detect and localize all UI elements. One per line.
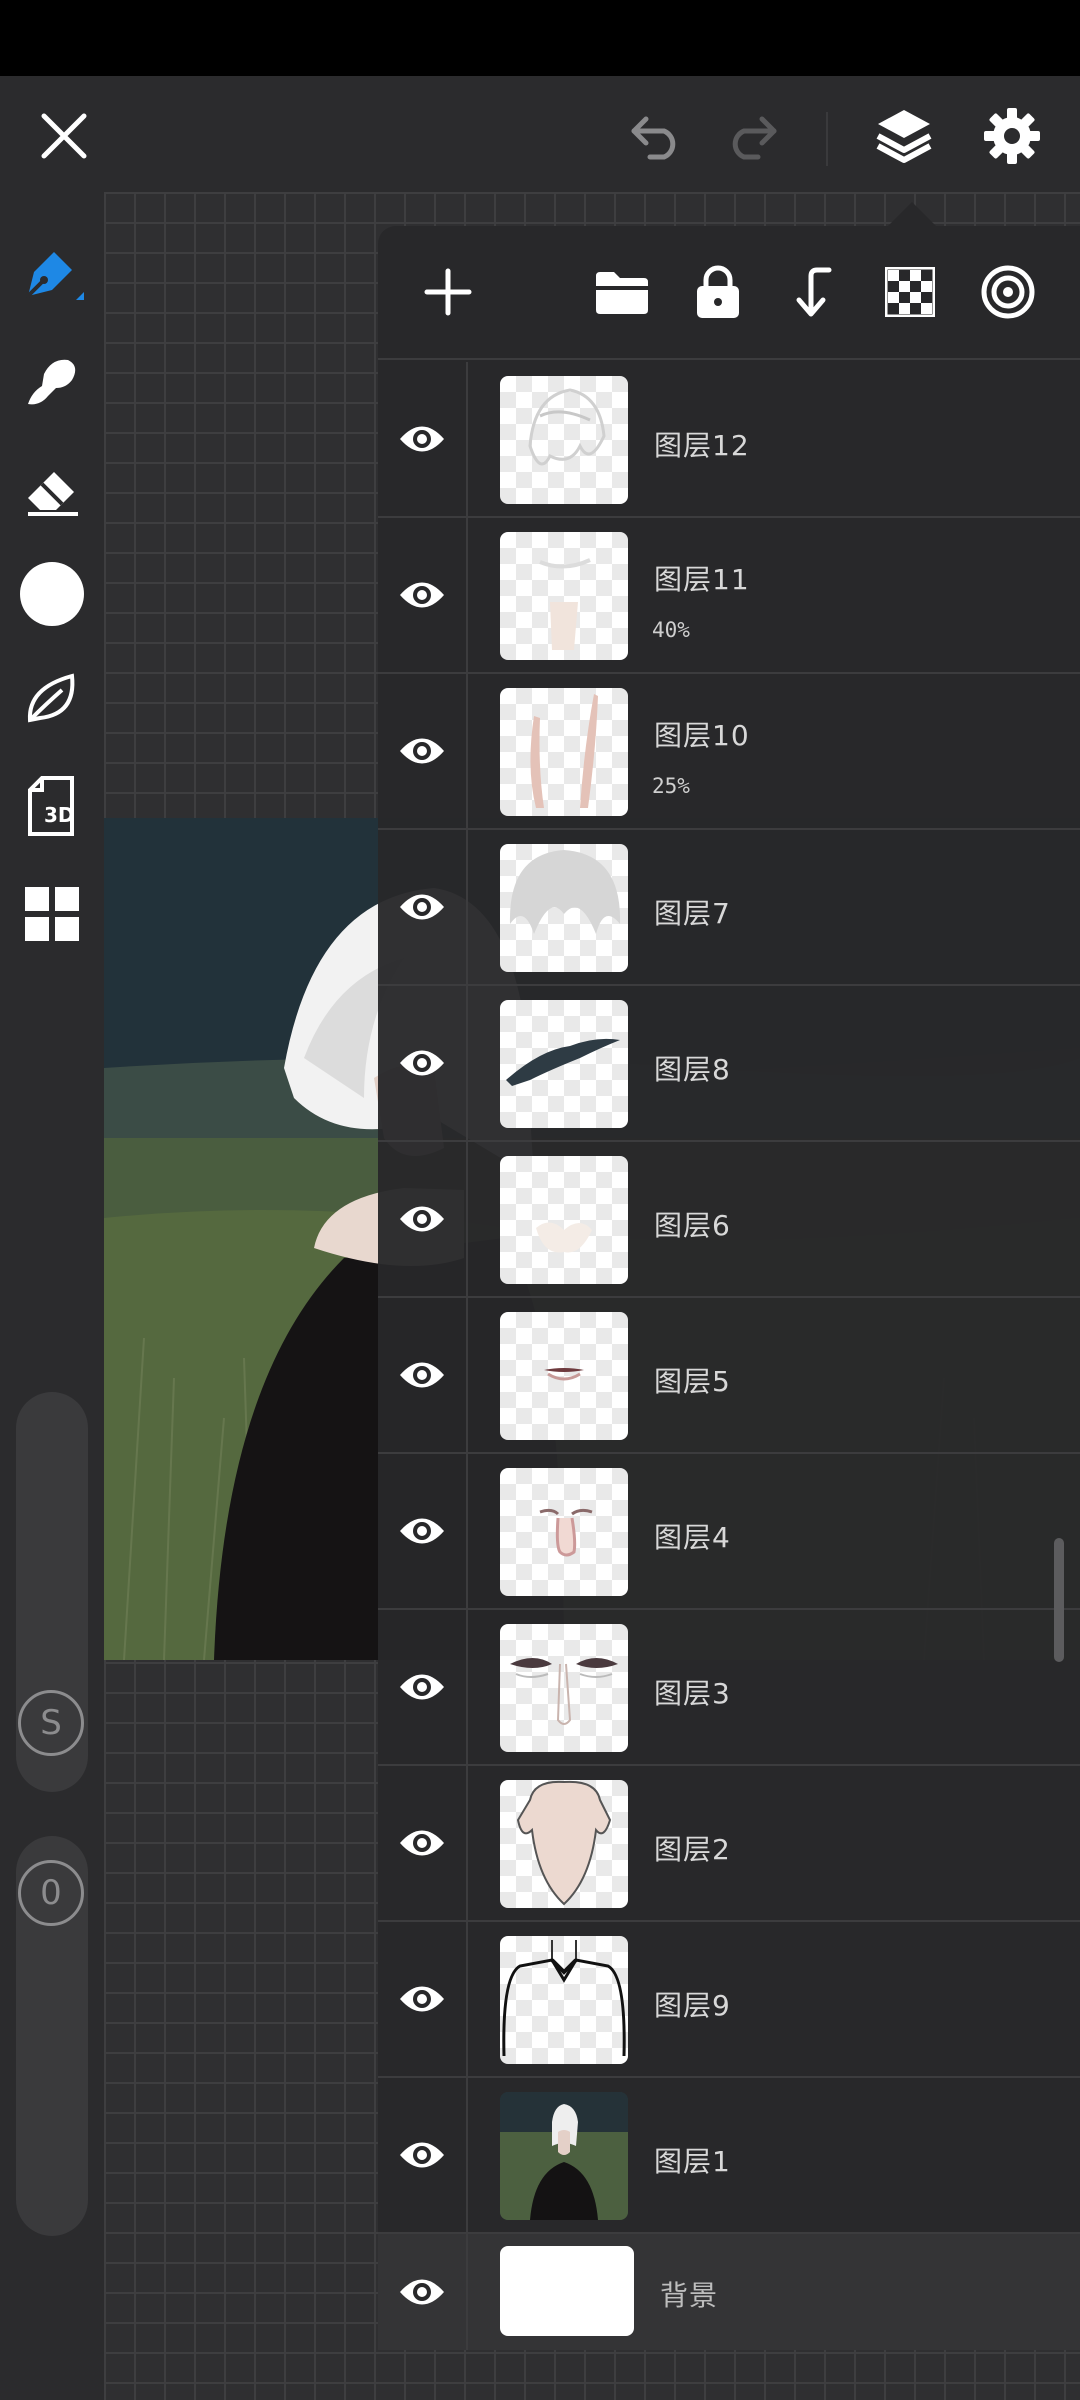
smudge-tool-icon[interactable] bbox=[16, 346, 88, 418]
layer-thumbnail bbox=[500, 532, 628, 660]
layer-thumbnail bbox=[500, 1780, 628, 1908]
layer-row[interactable]: 图层6 bbox=[378, 1142, 1080, 1298]
layer-opacity: 40% bbox=[652, 618, 690, 642]
left-toolbar: 3D S 0 bbox=[0, 192, 104, 2400]
layer-row[interactable]: 图层8 bbox=[378, 986, 1080, 1142]
layer-thumbnail bbox=[500, 844, 628, 972]
layer-opacity: 25% bbox=[652, 774, 690, 798]
layer-row[interactable]: 图层7 bbox=[378, 830, 1080, 986]
layer-name: 图层7 bbox=[654, 897, 731, 930]
settings-icon[interactable] bbox=[976, 100, 1048, 172]
layer-name: 图层11 bbox=[654, 563, 750, 596]
blend-mode-icon[interactable] bbox=[972, 256, 1044, 328]
layer-thumbnail bbox=[500, 376, 628, 504]
transparency-icon[interactable] bbox=[874, 256, 946, 328]
status-bar bbox=[0, 0, 1080, 76]
visibility-eye-icon[interactable] bbox=[378, 1610, 468, 1764]
layer-thumbnail bbox=[500, 688, 628, 816]
layers-toolbar bbox=[378, 226, 1080, 360]
3d-icon[interactable]: 3D bbox=[16, 770, 88, 842]
layer-thumbnail bbox=[500, 1624, 628, 1752]
layer-row[interactable]: 图层2 bbox=[378, 1766, 1080, 1922]
svg-text:3D: 3D bbox=[44, 803, 75, 827]
layer-name: 图层3 bbox=[654, 1677, 731, 1710]
top-toolbar bbox=[0, 76, 1080, 192]
layer-name: 图层1 bbox=[654, 2145, 731, 2178]
layer-row[interactable]: 图层11 40% bbox=[378, 518, 1080, 674]
layer-name: 背景 bbox=[660, 2279, 719, 2312]
visibility-eye-icon[interactable] bbox=[378, 1454, 468, 1608]
lock-icon[interactable] bbox=[682, 256, 754, 328]
visibility-eye-icon[interactable] bbox=[378, 1298, 468, 1452]
toolbar-divider bbox=[826, 112, 828, 166]
close-icon[interactable] bbox=[28, 100, 100, 172]
layer-name: 图层5 bbox=[654, 1365, 731, 1398]
folder-icon[interactable] bbox=[586, 256, 658, 328]
layer-thumbnail bbox=[500, 1936, 628, 2064]
layer-name: 图层10 bbox=[654, 719, 750, 752]
size-slider-label: S bbox=[18, 1690, 84, 1756]
undo-icon[interactable] bbox=[620, 100, 692, 172]
layer-name: 图层2 bbox=[654, 1833, 731, 1866]
visibility-eye-icon[interactable] bbox=[378, 1766, 468, 1920]
layer-name: 图层9 bbox=[654, 1989, 731, 2022]
layer-thumbnail bbox=[500, 1312, 628, 1440]
visibility-eye-icon[interactable] bbox=[378, 518, 468, 672]
layer-thumbnail bbox=[500, 1000, 628, 1128]
layer-name: 图层6 bbox=[654, 1209, 731, 1242]
layer-row[interactable]: 图层1 bbox=[378, 2078, 1080, 2234]
layer-row[interactable]: 图层4 bbox=[378, 1454, 1080, 1610]
layer-thumbnail bbox=[500, 2246, 634, 2336]
opacity-slider-label: 0 bbox=[18, 1860, 84, 1926]
layer-thumbnail bbox=[500, 2092, 628, 2220]
layer-list-scrollbar[interactable] bbox=[1054, 1538, 1064, 1662]
grid-apps-icon[interactable] bbox=[16, 878, 88, 950]
pen-tool-icon[interactable] bbox=[16, 238, 88, 310]
background-layer-row[interactable]: 背景 bbox=[378, 2234, 1080, 2350]
visibility-eye-icon[interactable] bbox=[378, 1922, 468, 2076]
layers-icon[interactable] bbox=[868, 100, 940, 172]
visibility-eye-icon[interactable] bbox=[378, 1142, 468, 1296]
visibility-eye-icon[interactable] bbox=[378, 362, 468, 516]
layer-list[interactable]: 图层12 图层11 40% 图层10 25% 图层7 图层8 图层6 图层5 图… bbox=[378, 362, 1080, 2350]
layer-name: 图层12 bbox=[654, 429, 750, 462]
layer-name: 图层8 bbox=[654, 1053, 731, 1086]
add-layer-icon[interactable] bbox=[412, 256, 484, 328]
layers-panel: 图层12 图层11 40% 图层10 25% 图层7 图层8 图层6 图层5 图… bbox=[378, 226, 1080, 2350]
layer-row[interactable]: 图层9 bbox=[378, 1922, 1080, 2078]
color-swatch[interactable] bbox=[16, 558, 88, 630]
panel-pointer bbox=[888, 202, 936, 226]
layer-thumbnail bbox=[500, 1156, 628, 1284]
eraser-icon[interactable] bbox=[16, 454, 88, 526]
visibility-eye-icon[interactable] bbox=[378, 986, 468, 1140]
layer-name: 图层4 bbox=[654, 1521, 731, 1554]
layer-row[interactable]: 图层10 25% bbox=[378, 674, 1080, 830]
layer-row[interactable]: 图层5 bbox=[378, 1298, 1080, 1454]
leaf-brush-icon[interactable] bbox=[16, 662, 88, 734]
visibility-eye-icon[interactable] bbox=[378, 2234, 468, 2350]
visibility-eye-icon[interactable] bbox=[378, 2078, 468, 2232]
merge-down-icon[interactable] bbox=[778, 256, 850, 328]
layer-thumbnail bbox=[500, 1468, 628, 1596]
layer-row[interactable]: 图层3 bbox=[378, 1610, 1080, 1766]
layer-row[interactable]: 图层12 bbox=[378, 362, 1080, 518]
visibility-eye-icon[interactable] bbox=[378, 830, 468, 984]
redo-icon[interactable] bbox=[716, 100, 788, 172]
visibility-eye-icon[interactable] bbox=[378, 674, 468, 828]
